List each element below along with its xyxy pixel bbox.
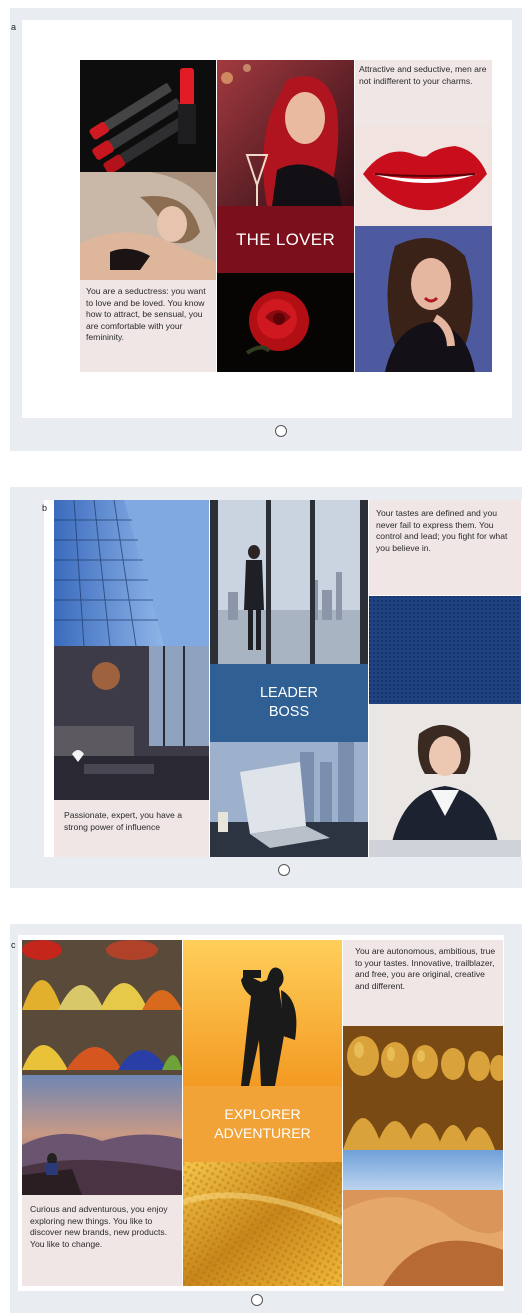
option-c-title-tile: EXPLORER ADVENTURER <box>183 1086 342 1162</box>
lipstick-image <box>80 60 216 172</box>
option-b-title-tile: LEADER BOSS <box>210 664 368 742</box>
option-b-radio[interactable] <box>278 864 290 876</box>
option-b-title-line2: BOSS <box>268 704 310 720</box>
brunette-woman-image <box>355 226 492 372</box>
laptop-office-image <box>210 742 368 857</box>
option-c-top-text: You are autonomous, ambitious, true to y… <box>355 946 496 991</box>
gold-fabric-image <box>183 1162 342 1286</box>
businesswoman-window-image <box>210 500 368 664</box>
option-a-title-tile: THE LOVER <box>217 206 354 273</box>
red-rose-image <box>217 273 354 372</box>
option-c-title-line1: EXPLORER <box>224 1106 301 1122</box>
option-b-title-line1: LEADER <box>259 685 319 701</box>
woman-at-desk-image <box>369 704 521 857</box>
option-c-radio[interactable] <box>251 1294 263 1306</box>
option-a-top-text: Attractive and seductive, men are not in… <box>359 64 487 86</box>
red-hair-woman-image <box>217 60 354 206</box>
living-room-image <box>54 646 209 800</box>
mountain-view-image <box>22 1075 182 1195</box>
option-c-title-line2: ADVENTURER <box>214 1125 311 1141</box>
explorer-silhouette-image <box>183 940 342 1086</box>
option-a-bottom-text: You are a seductress: you want to love a… <box>86 286 206 343</box>
option-c-bottom-text: Curious and adventurous, you enjoy explo… <box>30 1204 168 1249</box>
option-a-title: THE LOVER <box>235 229 336 249</box>
desert-dunes-image <box>343 1150 503 1286</box>
option-c-letter: c <box>11 940 16 950</box>
lying-woman-image <box>80 172 216 280</box>
navy-fabric-image <box>369 596 521 704</box>
option-a-letter: a <box>11 22 17 32</box>
red-lips-image <box>355 126 492 226</box>
glass-skyscraper-image <box>54 500 209 646</box>
golden-buddhas-image <box>343 1026 503 1150</box>
spice-market-image <box>22 940 182 1075</box>
option-b-letter: b <box>42 503 48 513</box>
option-b-top-text: Your tastes are defined and you never fa… <box>376 508 508 553</box>
option-b-bottom-text: Passionate, expert, you have a strong po… <box>64 810 183 832</box>
option-a-radio[interactable] <box>275 425 287 437</box>
